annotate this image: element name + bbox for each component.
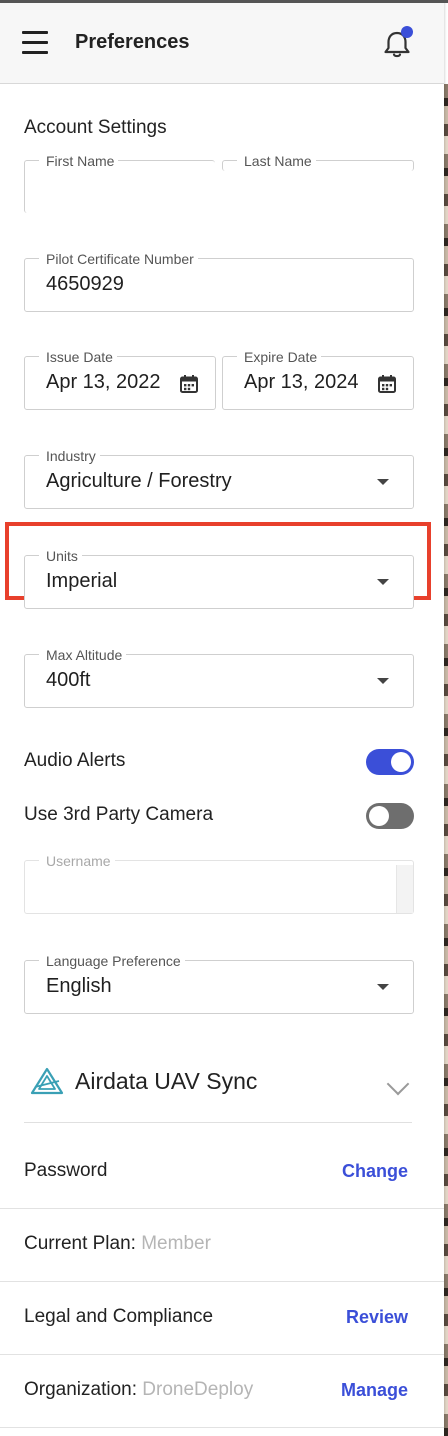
username-field-edge — [396, 865, 413, 913]
first-name-field[interactable]: First Name — [24, 153, 215, 213]
last-name-label: Last Name — [237, 153, 316, 169]
last-name-field[interactable]: Last Name — [222, 153, 414, 171]
legal-label: Legal and Compliance — [24, 1306, 214, 1327]
username-label: Username — [39, 853, 115, 869]
units-value: Imperial — [46, 570, 118, 592]
audio-alerts-label: Audio Alerts — [24, 750, 126, 771]
preferences-panel: Preferences Account Settings First Name … — [0, 0, 448, 1436]
hamburger-menu-icon[interactable] — [22, 31, 48, 54]
dropdown-arrow-icon — [377, 984, 389, 990]
language-select[interactable]: Language Preference English — [24, 953, 414, 1014]
organization-row: Organization: DroneDeploy Manage — [0, 1355, 444, 1428]
username-field: Username — [24, 853, 414, 914]
password-label: Password — [24, 1160, 108, 1181]
review-button[interactable]: Review — [346, 1307, 408, 1328]
industry-value: Agriculture / Forestry — [46, 470, 232, 492]
airdata-logo-icon — [30, 1067, 64, 1095]
max-altitude-value: 400ft — [46, 669, 91, 691]
calendar-icon[interactable] — [179, 374, 199, 394]
airdata-sync-row[interactable]: Airdata UAV Sync — [24, 1058, 412, 1123]
units-select[interactable]: Units Imperial — [24, 548, 414, 609]
language-value: English — [46, 975, 112, 997]
first-name-label: First Name — [39, 153, 119, 169]
dropdown-arrow-icon — [377, 479, 389, 485]
current-plan-value: Member — [141, 1233, 211, 1254]
dropdown-arrow-icon — [377, 579, 389, 585]
expire-date-label: Expire Date — [237, 349, 322, 365]
dropdown-arrow-icon — [377, 678, 389, 684]
third-party-camera-label: Use 3rd Party Camera — [24, 804, 214, 825]
organization-value: DroneDeploy — [142, 1379, 254, 1400]
issue-date-value: Apr 13, 2022 — [46, 371, 161, 393]
calendar-icon[interactable] — [377, 374, 397, 394]
organization-label: Organization: DroneDeploy — [24, 1379, 253, 1401]
industry-label: Industry — [39, 448, 100, 464]
password-row: Password Change — [0, 1136, 444, 1209]
units-label: Units — [39, 548, 82, 564]
language-label: Language Preference — [39, 953, 185, 969]
expire-date-field[interactable]: Expire Date Apr 13, 2024 — [222, 349, 414, 410]
max-altitude-label: Max Altitude — [39, 647, 127, 663]
industry-select[interactable]: Industry Agriculture / Forestry — [24, 448, 414, 509]
airdata-label: Airdata UAV Sync — [75, 1068, 258, 1094]
legal-row: Legal and Compliance Review — [0, 1282, 444, 1355]
header-bar: Preferences — [0, 3, 444, 84]
expire-date-value: Apr 13, 2024 — [244, 371, 359, 393]
pilot-certificate-label: Pilot Certificate Number — [39, 251, 198, 267]
manage-organization-button[interactable]: Manage — [341, 1380, 408, 1401]
current-plan-key: Current Plan: — [24, 1233, 136, 1254]
notification-dot — [401, 26, 413, 38]
current-plan-label: Current Plan: Member — [24, 1233, 211, 1255]
issue-date-field[interactable]: Issue Date Apr 13, 2022 — [24, 349, 216, 410]
max-altitude-select[interactable]: Max Altitude 400ft — [24, 647, 414, 708]
change-password-button[interactable]: Change — [342, 1161, 408, 1182]
organization-key: Organization: — [24, 1379, 138, 1400]
pilot-certificate-field[interactable]: Pilot Certificate Number 4650929 — [24, 251, 414, 312]
third-party-camera-toggle[interactable] — [366, 803, 414, 829]
page-title: Preferences — [75, 31, 190, 53]
pilot-certificate-value: 4650929 — [46, 273, 124, 295]
audio-alerts-toggle[interactable] — [366, 749, 414, 775]
current-plan-row: Current Plan: Member — [0, 1209, 444, 1282]
issue-date-label: Issue Date — [39, 349, 117, 365]
chevron-down-icon[interactable] — [386, 1072, 410, 1096]
account-settings-title: Account Settings — [24, 117, 167, 138]
